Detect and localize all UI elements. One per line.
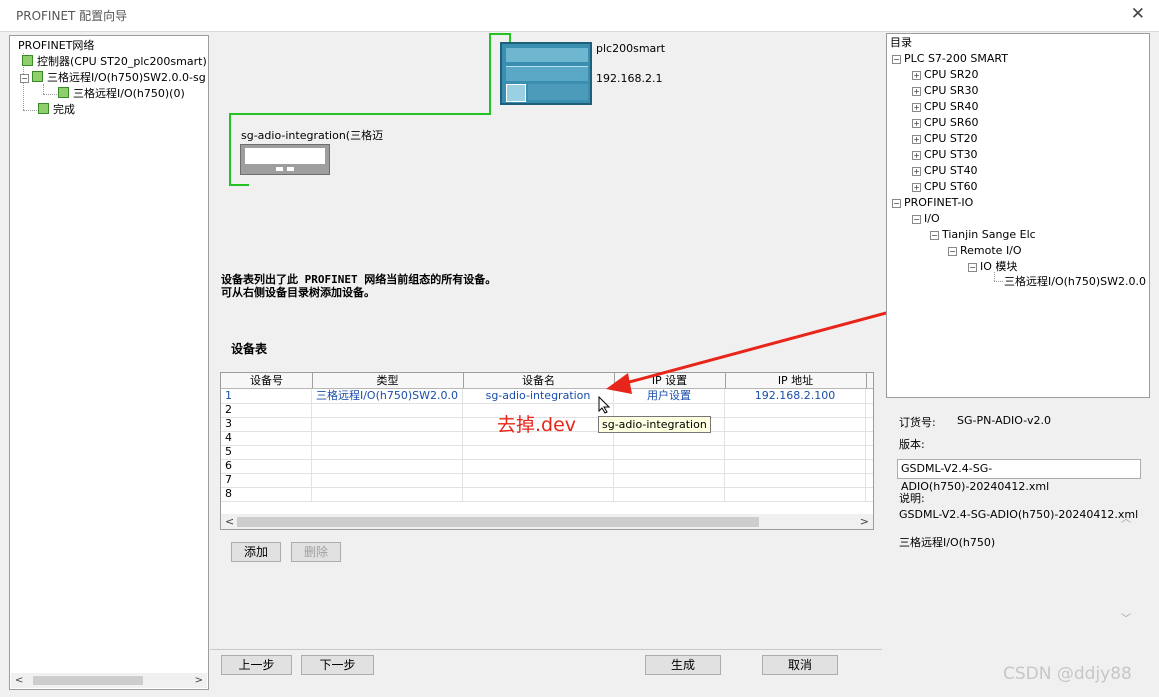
catalog-io-module[interactable]: − IO 模块 (968, 260, 1017, 274)
expand-icon[interactable]: + (912, 71, 921, 80)
catalog-selected-device[interactable]: 三格远程I/O(h750)SW2.0.0 (1004, 275, 1146, 289)
catalog-vendor[interactable]: − Tianjin Sange Elc (930, 228, 1036, 242)
order-number-label: 订货号: (899, 416, 936, 429)
device-catalog-tree[interactable]: 目录 − PLC S7-200 SMART + CPU SR20 + CPU SR30… (886, 33, 1150, 398)
catalog-cpu-item[interactable]: + CPU SR60 (912, 116, 978, 130)
catalog-cpu-item[interactable]: + CPU SR30 (912, 84, 978, 98)
catalog-profinet-io[interactable]: − PROFINET-IO (892, 196, 973, 210)
collapse-icon[interactable]: − (930, 231, 939, 240)
catalog-cpu-label: CPU SR60 (924, 116, 979, 129)
catalog-io[interactable]: − I/O (912, 212, 940, 226)
order-number-value: SG-PN-ADIO-v2.0 (957, 414, 1051, 427)
cancel-button[interactable]: 取消 (762, 655, 838, 675)
generate-button[interactable]: 生成 (645, 655, 721, 675)
collapse-icon[interactable]: − (892, 55, 901, 64)
catalog-io-module-label: IO 模块 (980, 260, 1018, 273)
catalog-title: 目录 (890, 36, 912, 49)
collapse-icon[interactable]: − (948, 247, 957, 256)
divider (210, 649, 882, 650)
version-field[interactable]: GSDML-V2.4-SG-ADIO(h750)-20240412.xml (897, 459, 1141, 493)
catalog-vendor-label: Tianjin Sange Elc (942, 228, 1036, 241)
catalog-cpu-item[interactable]: + CPU SR40 (912, 100, 978, 114)
catalog-profinet-io-label: PROFINET-IO (904, 196, 974, 209)
version-label: 版本: (899, 438, 925, 451)
description-label: 说明: (899, 492, 925, 505)
prev-button[interactable]: 上一步 (221, 655, 292, 675)
expand-icon[interactable]: + (912, 151, 921, 160)
expand-icon[interactable]: + (912, 135, 921, 144)
catalog-remote-io-label: Remote I/O (960, 244, 1022, 257)
catalog-cpu-label: CPU SR40 (924, 100, 979, 113)
description-gsd-file: GSDML-V2.4-SG-ADIO(h750)-20240412.xml (899, 508, 1139, 521)
expand-icon[interactable]: + (912, 119, 921, 128)
scroll-down-icon[interactable]: ﹀ (1121, 610, 1131, 625)
catalog-cpu-label: CPU ST60 (924, 180, 978, 193)
collapse-icon[interactable]: − (892, 199, 901, 208)
catalog-cpu-label: CPU ST40 (924, 164, 978, 177)
expand-icon[interactable]: + (912, 103, 921, 112)
catalog-cpu-label: CPU SR20 (924, 68, 979, 81)
catalog-cpu-label: CPU SR30 (924, 84, 979, 97)
expand-icon[interactable]: + (912, 167, 921, 176)
catalog-cpu-item[interactable]: + CPU ST40 (912, 164, 978, 178)
catalog-cpu-label: CPU ST20 (924, 132, 978, 145)
description-device: 三格远程I/O(h750) (899, 536, 996, 549)
catalog-plc-group-label: PLC S7-200 SMART (904, 52, 1008, 65)
scroll-up-icon[interactable]: ︿ (1121, 510, 1131, 525)
device-name-tooltip: sg-adio-integration (598, 416, 711, 433)
catalog-cpu-item[interactable]: + CPU ST30 (912, 148, 978, 162)
collapse-icon[interactable]: − (968, 263, 977, 272)
catalog-remote-io[interactable]: − Remote I/O (948, 244, 1022, 258)
catalog-cpu-label: CPU ST30 (924, 148, 978, 161)
expand-icon[interactable]: + (912, 183, 921, 192)
catalog-cpu-item[interactable]: + CPU ST60 (912, 180, 978, 194)
annotation-text: 去掉.dev (497, 414, 577, 436)
expand-icon[interactable]: + (912, 87, 921, 96)
catalog-io-label: I/O (924, 212, 940, 225)
catalog-plc-group[interactable]: − PLC S7-200 SMART (892, 52, 1008, 66)
watermark: CSDN @ddjy88 (1003, 664, 1132, 684)
catalog-cpu-item[interactable]: + CPU ST20 (912, 132, 978, 146)
collapse-icon[interactable]: − (912, 215, 921, 224)
next-button[interactable]: 下一步 (301, 655, 374, 675)
catalog-cpu-item[interactable]: + CPU SR20 (912, 68, 978, 82)
mouse-cursor-icon (598, 396, 610, 414)
